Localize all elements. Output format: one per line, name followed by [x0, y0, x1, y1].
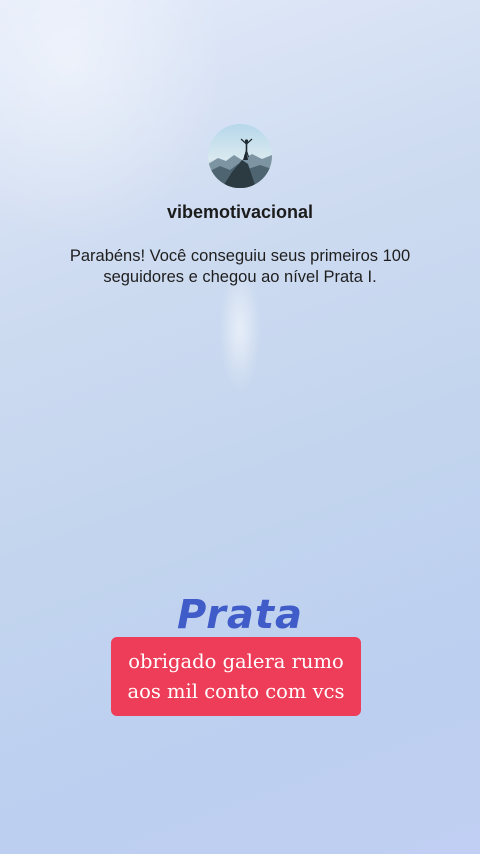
- caption-line-1: obrigado galera rumo: [128, 650, 344, 673]
- level-name: Prata: [177, 592, 303, 638]
- caption-line-2: aos mil conto com vcs: [127, 680, 345, 703]
- profile-avatar[interactable]: [208, 124, 272, 188]
- achievement-message: Parabéns! Você conseguiu seus primeiros …: [69, 247, 411, 286]
- person-on-mountain-icon: [208, 124, 272, 188]
- caption-box: obrigado galera rumo aos mil conto com v…: [111, 637, 361, 716]
- profile-username[interactable]: vibemotivacional: [0, 202, 480, 223]
